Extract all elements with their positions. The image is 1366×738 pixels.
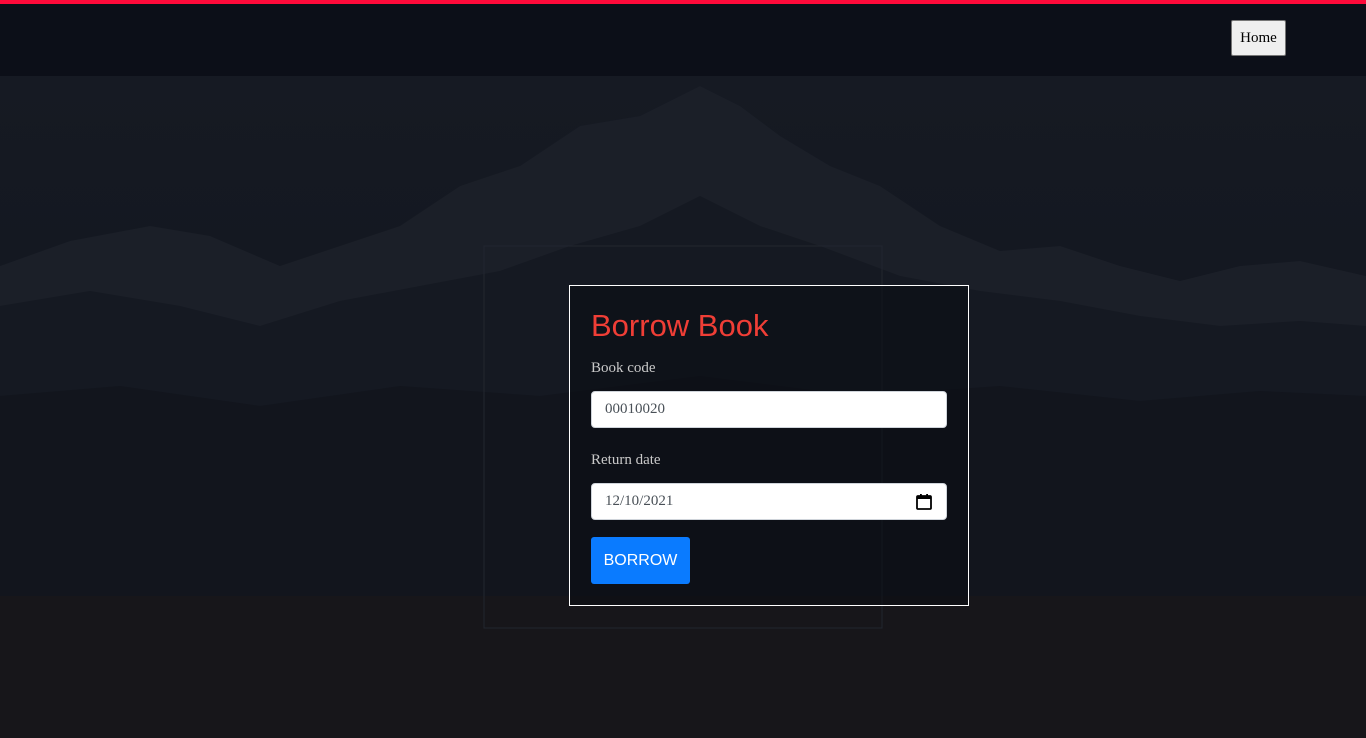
navbar: Home <box>0 4 1366 76</box>
book-code-input[interactable] <box>591 391 947 428</box>
return-date-label: Return date <box>591 452 661 468</box>
calendar-icon[interactable] <box>915 493 933 511</box>
borrow-button[interactable]: BORROW <box>591 537 690 584</box>
home-button[interactable]: Home <box>1231 20 1286 56</box>
form-title: Borrow Book <box>591 308 769 343</box>
borrow-form-card: Borrow Book Book code Return date 12/10/… <box>569 285 969 606</box>
book-code-label: Book code <box>591 360 656 376</box>
return-date-value: 12/10/2021 <box>605 493 674 509</box>
return-date-input[interactable]: 12/10/2021 <box>591 483 947 520</box>
